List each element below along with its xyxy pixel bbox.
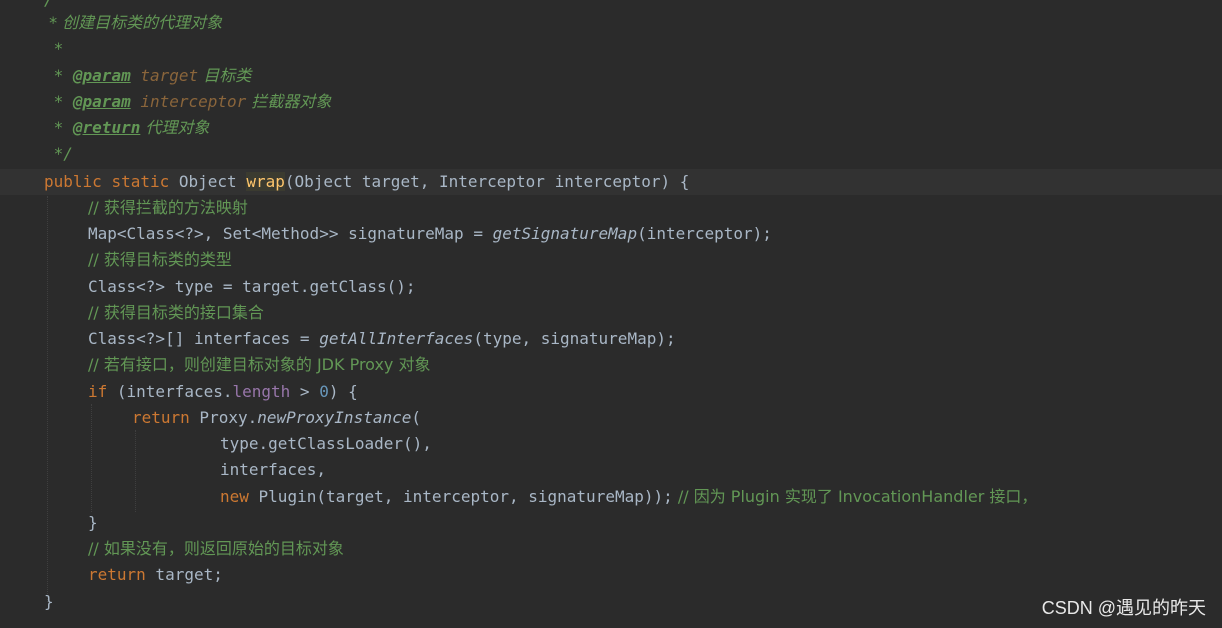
doc-text: 代理对象 — [140, 118, 210, 137]
doc-text: * — [44, 66, 73, 85]
code-text: Plugin(target, interceptor, signatureMap… — [248, 487, 673, 506]
code-line[interactable]: return Proxy.newProxyInstance( — [0, 405, 1222, 431]
line-comment: // 如果没有，则返回原始的目标对象 — [88, 539, 344, 558]
line-comment: // 若有接口，则创建目标对象的 JDK Proxy 对象 — [88, 355, 431, 374]
keyword: static — [111, 172, 170, 191]
doc-text: * — [44, 39, 64, 58]
code-line[interactable]: type.getClassLoader(), — [0, 431, 1222, 457]
code-line[interactable]: } — [0, 510, 1222, 536]
doc-text: * — [44, 92, 73, 111]
doc-line: * 创建目标类的代理对象 — [0, 10, 1222, 36]
code-text: > — [290, 382, 320, 401]
code-line[interactable]: if (interfaces.length > 0) { — [0, 379, 1222, 405]
line-comment: // 因为 Plugin 实现了 InvocationHandler 接口， — [672, 487, 1038, 506]
code-text: interfaces, — [220, 460, 326, 479]
code-text: (type, signatureMap); — [473, 329, 676, 348]
type-name: Object — [178, 172, 237, 191]
number-literal: 0 — [319, 382, 329, 401]
code-line[interactable]: } — [0, 589, 1222, 615]
doc-text: */ — [44, 144, 73, 163]
code-editor[interactable]: / * 创建目标类的代理对象 * * @param target 目标类 * @… — [0, 0, 1222, 628]
line-comment: // 获得拦截的方法映射 — [88, 198, 248, 217]
code-line[interactable]: // 如果没有，则返回原始的目标对象 — [0, 536, 1222, 562]
static-method-call: getAllInterfaces — [319, 329, 474, 348]
code-line[interactable]: // 获得目标类的接口集合 — [0, 300, 1222, 326]
code-line[interactable]: interfaces, — [0, 457, 1222, 483]
doc-param-name: target — [130, 66, 199, 85]
keyword: public — [44, 172, 102, 191]
code-text: ( — [411, 408, 421, 427]
doc-line: * — [0, 36, 1222, 62]
doc-param-tag: @param — [72, 92, 131, 111]
code-text: type.getClassLoader(), — [220, 434, 432, 453]
field-name: length — [232, 382, 291, 401]
keyword: new — [220, 487, 249, 506]
code-text: Proxy. — [189, 408, 258, 427]
code-text: ) { — [328, 382, 358, 401]
code-text: Class<?>[] interfaces = — [88, 329, 320, 348]
keyword: return — [88, 565, 146, 584]
doc-line: * @param target 目标类 — [0, 63, 1222, 89]
keyword: if — [88, 382, 108, 401]
doc-line: */ — [0, 141, 1222, 167]
static-method-call: getSignatureMap — [492, 224, 638, 243]
static-method-call: newProxyInstance — [257, 408, 412, 427]
doc-text: * 创建目标类的代理对象 — [44, 13, 223, 32]
closing-brace: } — [44, 592, 54, 611]
keyword: return — [132, 408, 190, 427]
code-line[interactable]: // 获得拦截的方法映射 — [0, 195, 1222, 221]
method-params: (Object target, Interceptor interceptor)… — [284, 172, 690, 191]
doc-param-tag: @param — [72, 66, 131, 85]
code-line[interactable]: // 获得目标类的类型 — [0, 247, 1222, 273]
code-line[interactable]: Class<?>[] interfaces = getAllInterfaces… — [0, 326, 1222, 352]
code-line[interactable]: return target; — [0, 562, 1222, 588]
closing-brace: } — [88, 513, 98, 532]
doc-line: * @param interceptor 拦截器对象 — [0, 89, 1222, 115]
code-text: Class<?> type = target.getClass(); — [88, 277, 416, 296]
method-name: wrap — [246, 172, 285, 191]
code-text: target; — [145, 565, 223, 584]
code-line[interactable]: Map<Class<?>, Set<Method>> signatureMap … — [0, 221, 1222, 247]
doc-line: * @return 代理对象 — [0, 115, 1222, 141]
code-line[interactable]: new Plugin(target, interceptor, signatur… — [0, 484, 1222, 510]
code-line[interactable]: Class<?> type = target.getClass(); — [0, 274, 1222, 300]
code-text: (interceptor); — [637, 224, 772, 243]
doc-return-tag: @return — [72, 118, 141, 137]
doc-text: 拦截器对象 — [246, 92, 332, 111]
doc-param-name: interceptor — [130, 92, 247, 111]
doc-text: / — [44, 0, 54, 9]
code-line-signature[interactable]: public static Object wrap(Object target,… — [0, 169, 1222, 195]
watermark: CSDN @遇见的昨天 — [1041, 598, 1206, 618]
doc-text: 目标类 — [198, 66, 252, 85]
code-line[interactable]: // 若有接口，则创建目标对象的 JDK Proxy 对象 — [0, 352, 1222, 378]
code-text: Map<Class<?>, Set<Method>> signatureMap … — [88, 224, 493, 243]
code-text: (interfaces. — [107, 382, 233, 401]
line-comment: // 获得目标类的类型 — [88, 250, 232, 269]
line-comment: // 获得目标类的接口集合 — [88, 303, 264, 322]
doc-text: * — [44, 118, 73, 137]
